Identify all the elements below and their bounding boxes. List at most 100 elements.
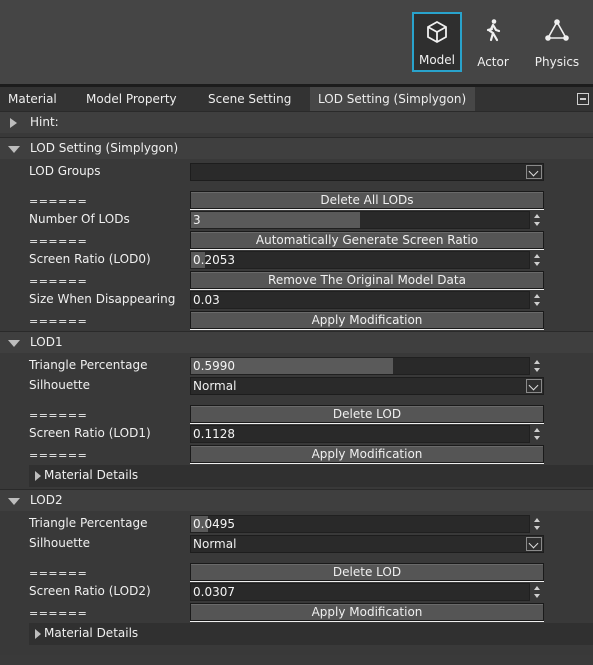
panel-footer [0, 655, 593, 665]
lod2-screen-ratio-stepper[interactable] [532, 583, 542, 601]
tab-scene-setting[interactable]: Scene Setting [208, 87, 291, 111]
expand-arrow-icon [10, 118, 17, 128]
lod-setting-header[interactable]: LOD Setting (Simplygon) [0, 137, 593, 159]
lod1-triangle-percentage-value: 0.5990 [193, 359, 235, 373]
chevron-down-icon[interactable] [526, 379, 542, 393]
up-arrow-icon[interactable] [534, 254, 540, 258]
apply-modification-button[interactable]: Apply Modification [190, 311, 544, 329]
float-panel-icon[interactable] [577, 93, 589, 105]
model-mode-label: Model [418, 53, 456, 67]
lod2-triangle-percentage-value: 0.0495 [193, 517, 235, 531]
lod1-screen-ratio-value: 0.1128 [193, 427, 235, 441]
tab-lod-setting[interactable]: LOD Setting (Simplygon) [310, 87, 476, 111]
lod2-apply-modification-button[interactable]: Apply Modification [190, 603, 544, 621]
lod1-material-details-label: Material Details [44, 468, 139, 482]
separator-text: ====== [29, 607, 88, 620]
physics-triangle-icon [545, 19, 569, 41]
walking-person-icon [486, 19, 501, 42]
lod2-delete-lod-button[interactable]: Delete LOD [190, 563, 544, 581]
screen-ratio-lod0-spinbox[interactable]: 0.2053 [190, 251, 530, 269]
number-of-lods-fill [191, 212, 360, 228]
physics-mode-label: Physics [534, 55, 580, 69]
size-when-disappearing-label: Size When Disappearing [29, 292, 176, 306]
lod1-delete-lod-button[interactable]: Delete LOD [190, 405, 544, 423]
lod1-screen-ratio-spinbox[interactable]: 0.1128 [190, 425, 530, 443]
lod2-material-details-label: Material Details [44, 626, 139, 640]
cube-icon [427, 20, 447, 44]
lod2-material-details-row[interactable]: Material Details [29, 623, 593, 645]
lod2-triangle-percentage-spinbox[interactable]: 0.0495 [190, 515, 530, 533]
lod1-silhouette-dropdown[interactable]: Normal [190, 377, 544, 395]
hint-row[interactable]: Hint: [0, 111, 593, 133]
actor-mode-label: Actor [477, 55, 509, 69]
lod2-screen-ratio-value: 0.0307 [193, 585, 235, 599]
mode-toolbar: Model Actor Physics [0, 0, 593, 84]
expand-arrow-icon [35, 471, 41, 481]
separator-text: ====== [29, 275, 88, 288]
lod1-triangle-percentage-spinbox[interactable]: 0.5990 [190, 357, 530, 375]
chevron-down-icon[interactable] [526, 165, 542, 179]
chevron-down-icon[interactable] [526, 537, 542, 551]
model-mode-button[interactable]: Model [412, 12, 462, 72]
separator-text: ====== [29, 315, 88, 328]
up-arrow-icon[interactable] [534, 518, 540, 522]
screen-ratio-lod0-value: 0.2053 [193, 253, 235, 267]
expand-arrow-icon [35, 629, 41, 639]
lod1-triangle-percentage-label: Triangle Percentage [29, 358, 148, 372]
down-arrow-icon[interactable] [534, 368, 540, 372]
size-when-disappearing-stepper[interactable] [532, 291, 542, 309]
separator-text: ====== [29, 235, 88, 248]
lod2-header[interactable]: LOD2 [0, 489, 593, 511]
delete-all-lods-button[interactable]: Delete All LODs [190, 191, 544, 209]
lod2-screen-ratio-spinbox[interactable]: 0.0307 [190, 583, 530, 601]
lod-groups-label: LOD Groups [29, 164, 101, 178]
tab-material[interactable]: Material [8, 87, 57, 111]
lod1-material-details-row[interactable]: Material Details [29, 465, 593, 487]
lod2-silhouette-value: Normal [193, 537, 237, 551]
up-arrow-icon[interactable] [534, 428, 540, 432]
lod2-silhouette-dropdown[interactable]: Normal [190, 535, 544, 553]
physics-mode-button[interactable]: Physics [529, 12, 585, 72]
lod1-screen-ratio-label: Screen Ratio (LOD1) [29, 426, 151, 440]
collapse-arrow-icon [8, 146, 20, 153]
separator-text: ====== [29, 195, 88, 208]
lod-setting-title: LOD Setting (Simplygon) [30, 141, 179, 155]
down-arrow-icon[interactable] [534, 436, 540, 440]
hint-label: Hint: [30, 115, 59, 129]
lod1-silhouette-value: Normal [193, 379, 237, 393]
number-of-lods-spinbox[interactable]: 3 [190, 211, 530, 229]
size-when-disappearing-value: 0.03 [193, 293, 220, 307]
lod2-triangle-percentage-label: Triangle Percentage [29, 516, 148, 530]
down-arrow-icon[interactable] [534, 594, 540, 598]
lod-groups-dropdown[interactable] [190, 163, 544, 181]
lod1-screen-ratio-stepper[interactable] [532, 425, 542, 443]
number-of-lods-value: 3 [193, 213, 201, 227]
up-arrow-icon[interactable] [534, 360, 540, 364]
up-arrow-icon[interactable] [534, 586, 540, 590]
remove-original-model-data-button[interactable]: Remove The Original Model Data [190, 271, 544, 289]
tab-bar: Material Model Property Scene Setting LO… [0, 87, 593, 111]
down-arrow-icon[interactable] [534, 526, 540, 530]
separator-text: ====== [29, 567, 88, 580]
lod1-header[interactable]: LOD1 [0, 331, 593, 353]
lod1-apply-modification-button[interactable]: Apply Modification [190, 445, 544, 463]
lod2-screen-ratio-label: Screen Ratio (LOD2) [29, 584, 151, 598]
lod2-silhouette-label: Silhouette [29, 536, 91, 550]
number-of-lods-stepper[interactable] [532, 211, 542, 229]
screen-ratio-lod0-stepper[interactable] [532, 251, 542, 269]
lod1-title: LOD1 [30, 335, 63, 349]
auto-generate-screen-ratio-button[interactable]: Automatically Generate Screen Ratio [190, 231, 544, 249]
size-when-disappearing-spinbox[interactable]: 0.03 [190, 291, 530, 309]
lod2-triangle-percentage-stepper[interactable] [532, 515, 542, 533]
down-arrow-icon[interactable] [534, 302, 540, 306]
tab-model-property[interactable]: Model Property [86, 87, 177, 111]
down-arrow-icon[interactable] [534, 222, 540, 226]
actor-mode-button[interactable]: Actor [468, 12, 518, 72]
lod1-silhouette-label: Silhouette [29, 378, 91, 392]
down-arrow-icon[interactable] [534, 262, 540, 266]
lod1-triangle-percentage-stepper[interactable] [532, 357, 542, 375]
lod2-title: LOD2 [30, 493, 63, 507]
separator-text: ====== [29, 409, 88, 422]
up-arrow-icon[interactable] [534, 214, 540, 218]
up-arrow-icon[interactable] [534, 294, 540, 298]
